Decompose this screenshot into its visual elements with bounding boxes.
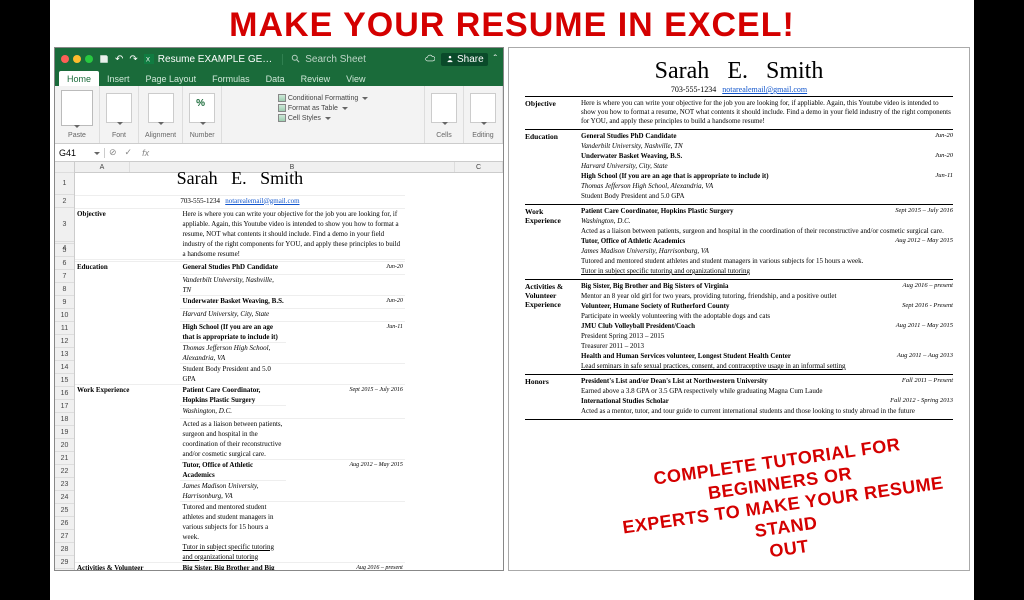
editing-label: Editing [472, 132, 493, 141]
cells-icon[interactable] [431, 93, 457, 123]
minimize-icon[interactable] [73, 55, 81, 63]
conditional-formatting-button[interactable]: Conditional Formatting [278, 94, 368, 102]
ribbon-alignment: Alignment [139, 86, 183, 143]
resume-contact: 703-555-1234 notarealemail@gmail.com [525, 85, 953, 97]
share-button[interactable]: Share [441, 53, 488, 66]
editing-icon[interactable] [470, 93, 496, 123]
headline: MAKE YOUR RESUME IN EXCEL! [50, 0, 974, 47]
ribbon-editing: Editing [464, 86, 503, 143]
row-headers[interactable]: 1234 567891011 121314151617 181920212223… [55, 162, 75, 570]
ribbon: Paste Font Alignment % Number Conditiona… [55, 86, 503, 144]
number-label: Number [190, 132, 215, 141]
insert-function-icon[interactable]: ⊘ [105, 147, 121, 158]
excel-window: ↶ ↷ X Resume EXAMPLE GE… Search Sheet Sh… [54, 47, 504, 571]
grid[interactable]: A B C Sarah E. Smith 703-555-1234 notare… [75, 162, 503, 570]
tab-insert[interactable]: Insert [99, 71, 138, 86]
cond-fmt-icon [278, 94, 286, 102]
filename: Resume EXAMPLE GE… [158, 54, 272, 65]
section-education: Education [525, 132, 581, 202]
undo-icon[interactable]: ↶ [115, 54, 123, 65]
ribbon-font: Font [100, 86, 139, 143]
name-box[interactable]: G41 [55, 148, 105, 158]
ribbon-clipboard: Paste [55, 86, 100, 143]
search-icon[interactable] [291, 54, 301, 64]
section-honors: Honors [525, 377, 581, 417]
resume-name: Sarah E. Smith [525, 58, 953, 85]
paste-icon[interactable] [61, 90, 93, 126]
tab-page-layout[interactable]: Page Layout [138, 71, 205, 86]
excel-titlebar: ↶ ↷ X Resume EXAMPLE GE… Search Sheet Sh… [55, 48, 503, 70]
table-icon [278, 104, 286, 112]
alignment-icon[interactable] [148, 93, 174, 123]
tab-home[interactable]: Home [59, 71, 99, 86]
window-controls[interactable] [61, 55, 93, 63]
redo-icon[interactable]: ↷ [129, 54, 137, 65]
number-icon[interactable]: % [189, 93, 215, 123]
letterbox-right [974, 0, 1024, 600]
share-label: Share [457, 54, 484, 65]
confirm-icon[interactable]: ✓ [121, 147, 137, 158]
tab-data[interactable]: Data [258, 71, 293, 86]
alignment-label: Alignment [145, 132, 176, 141]
resume-grid[interactable]: Sarah E. Smith 703-555-1234 notarealemai… [75, 173, 503, 570]
overlay-tagline: COMPLETE TUTORIAL FOR BEGINNERS OREXPERT… [597, 425, 969, 584]
resume-page-preview: Sarah E. Smith 703-555-1234 notarealemai… [508, 47, 970, 571]
close-icon[interactable] [61, 55, 69, 63]
excel-file-icon: X [144, 54, 154, 64]
tab-view[interactable]: View [338, 71, 373, 86]
font-label: Font [112, 132, 126, 141]
ribbon-toggle-icon[interactable]: ˆ [494, 54, 497, 65]
cell-styles-button[interactable]: Cell Styles [278, 114, 331, 122]
save-icon[interactable] [99, 54, 109, 64]
worksheet[interactable]: 1234 567891011 121314151617 181920212223… [55, 162, 503, 570]
cloud-icon[interactable] [425, 54, 435, 64]
format-as-table-button[interactable]: Format as Table [278, 104, 348, 112]
section-work: Work Experience [525, 207, 581, 277]
ribbon-styles: Conditional Formatting Format as Table C… [222, 86, 425, 143]
search-placeholder[interactable]: Search Sheet [305, 54, 366, 65]
ribbon-tabs: Home Insert Page Layout Formulas Data Re… [55, 70, 503, 86]
share-icon [445, 54, 455, 64]
main-canvas: MAKE YOUR RESUME IN EXCEL! ↶ ↷ X Resume … [50, 0, 974, 600]
tab-review[interactable]: Review [293, 71, 339, 86]
cells-label: Cells [436, 132, 452, 141]
letterbox-left [0, 0, 50, 600]
section-objective: Objective [525, 99, 581, 127]
section-volunteer: Activities & Volunteer Experience [525, 282, 581, 372]
fx-label: fx [136, 148, 155, 158]
formula-bar: G41 ⊘ ✓ fx [55, 144, 503, 162]
paste-label: Paste [68, 132, 86, 141]
ribbon-number: % Number [183, 86, 222, 143]
ribbon-cells: Cells [425, 86, 464, 143]
zoom-icon[interactable] [85, 55, 93, 63]
cell-styles-icon [278, 114, 286, 122]
tab-formulas[interactable]: Formulas [204, 71, 258, 86]
font-icon[interactable] [106, 93, 132, 123]
